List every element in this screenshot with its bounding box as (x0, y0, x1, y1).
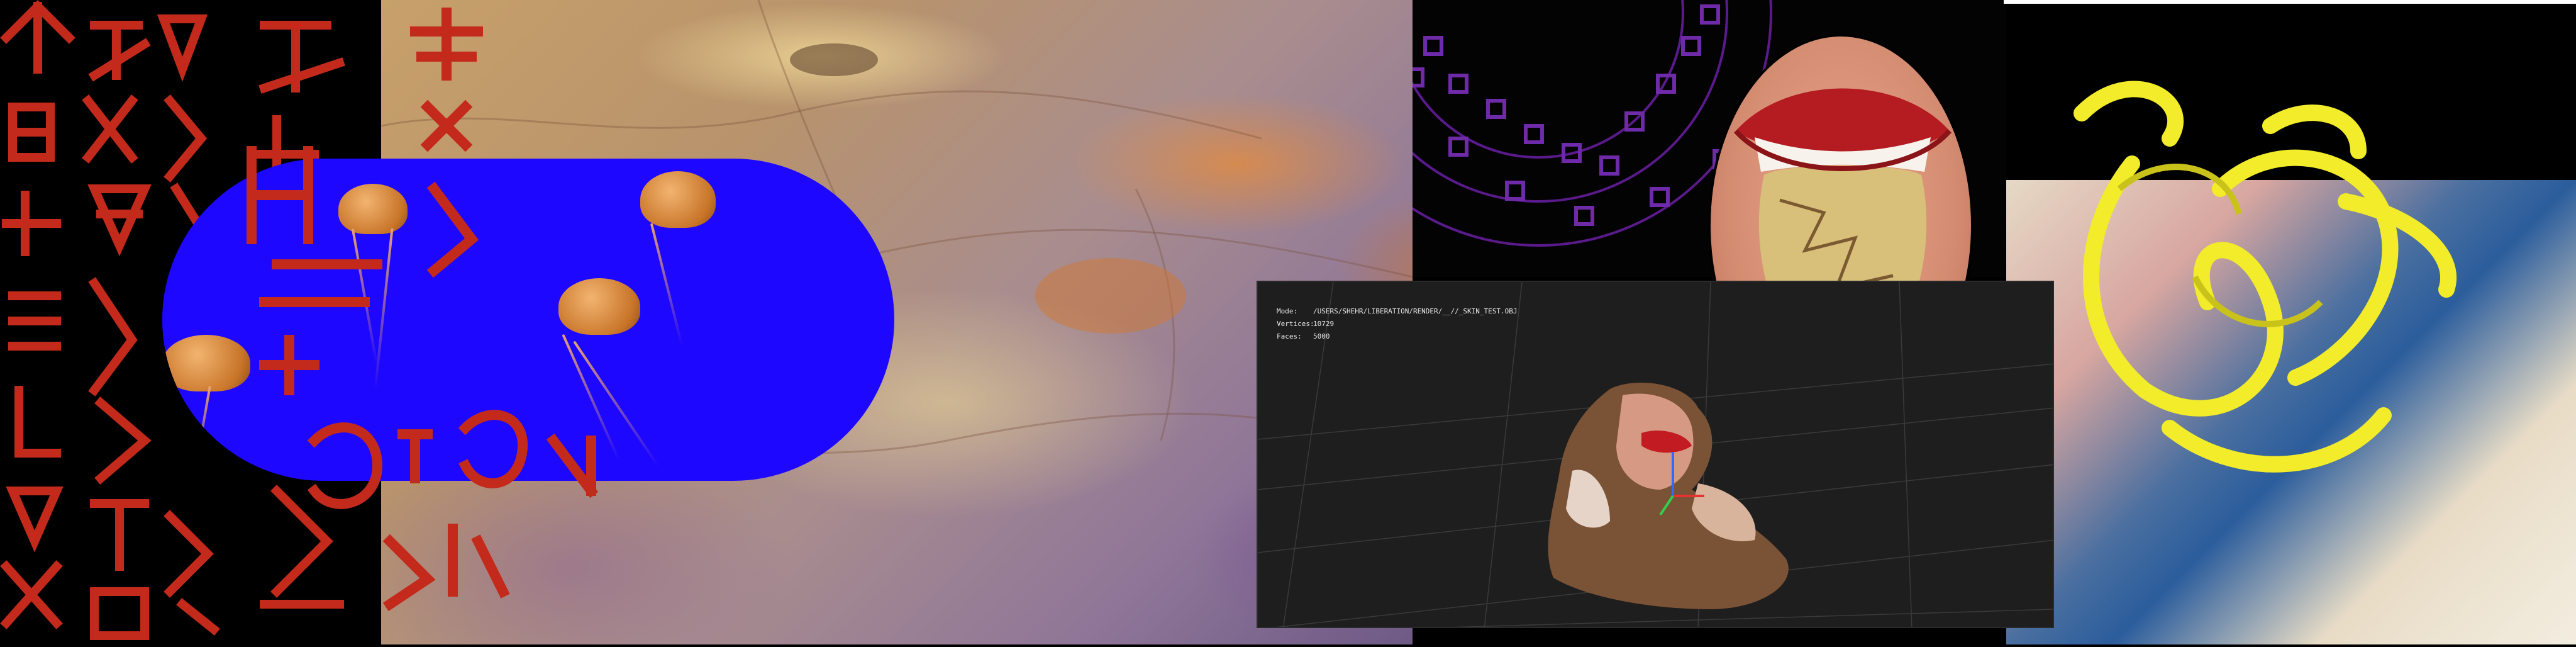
model-viewer-panel[interactable]: Mode: /USERS/SHEHR/LIBERATION/RENDER/__/… (1257, 281, 2054, 628)
viewer-mode-label: Mode: (1277, 307, 1298, 315)
viewer-vertices-value: 10729 (1313, 320, 1335, 328)
jellyfish-icon (162, 335, 250, 391)
viewer-faces-value: 5000 (1313, 332, 1330, 340)
viewer-mode-value: /USERS/SHEHR/LIBERATION/RENDER/__//_SKIN… (1313, 307, 1518, 315)
3d-head-model-icon (1548, 383, 1789, 609)
viewer-grid (1258, 282, 2053, 627)
red-glyph-overlay-icon (247, 8, 599, 612)
viewer-vertices-label: Vertices: (1277, 320, 1314, 328)
yellow-ribbons-icon (2074, 81, 2457, 473)
viewer-faces-label: Faces: (1277, 332, 1302, 340)
top-rule (2004, 0, 2576, 4)
